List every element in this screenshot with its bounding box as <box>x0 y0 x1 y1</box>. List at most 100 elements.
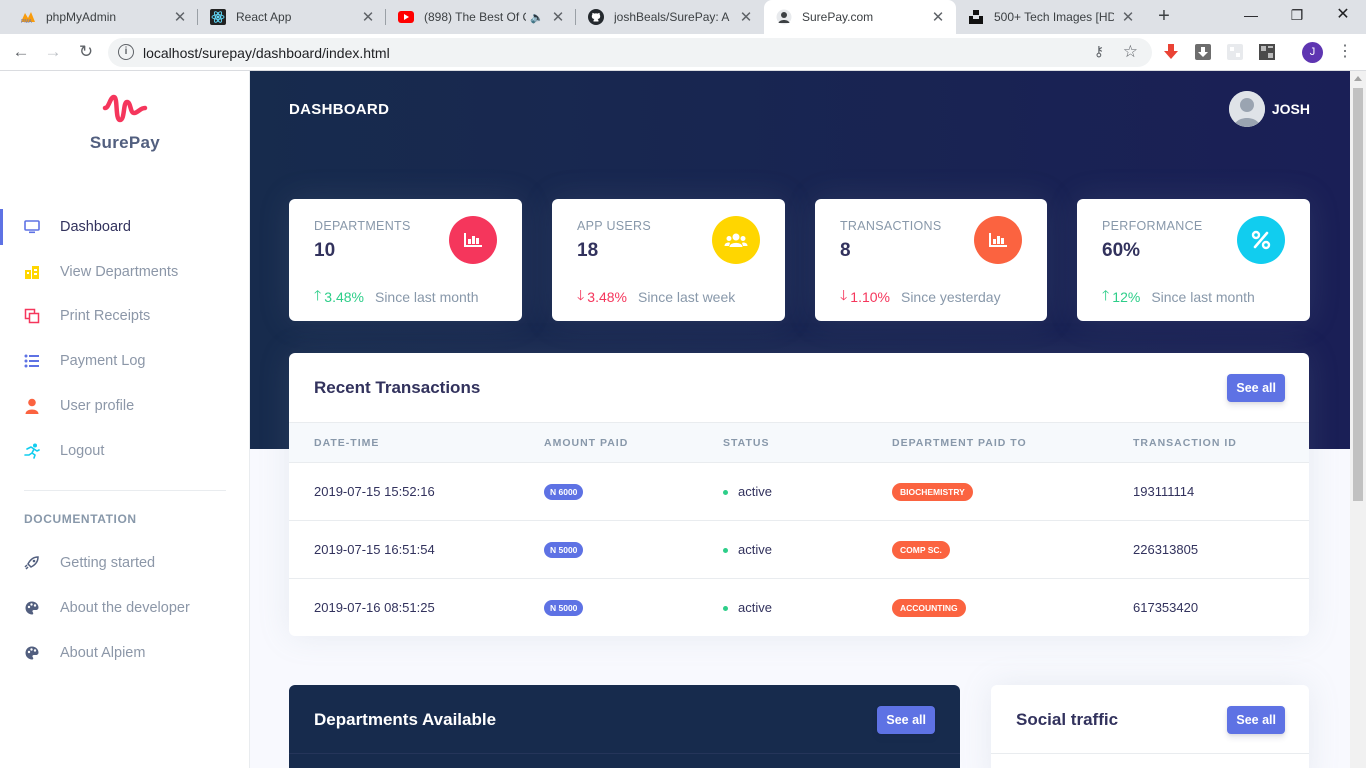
url-text[interactable]: localhost/surepay/dashboard/index.html <box>143 45 390 61</box>
departments-available-card: Departments Available See all <box>289 685 960 768</box>
scroll-up-arrow[interactable] <box>1354 76 1362 81</box>
palette-icon <box>23 644 41 662</box>
see-all-transactions-button[interactable]: See all <box>1227 374 1285 402</box>
sidebar-item-dashboard[interactable]: Dashboard <box>0 209 250 245</box>
browser-tab-active[interactable]: SurePay.com ✕ <box>764 0 956 34</box>
avatar <box>1228 91 1265 127</box>
browser-tab[interactable]: (898) The Best Of C 🔈 ✕ <box>386 0 576 34</box>
department-badge: BIOCHEMISTRY <box>892 482 973 501</box>
forward-button[interactable]: → <box>41 41 65 65</box>
profile-avatar[interactable]: J <box>1302 42 1323 63</box>
minimize-button[interactable]: — <box>1228 0 1274 32</box>
sidebar-item-print-receipts[interactable]: Print Receipts <box>0 298 250 334</box>
sidebar-item-label: Getting started <box>60 555 156 571</box>
sidebar-divider <box>24 490 226 491</box>
sidebar-item-label: Dashboard <box>60 219 131 235</box>
sidebar-item-about-the-developer[interactable]: About the developer <box>0 590 250 626</box>
info-icon[interactable]: i <box>118 44 134 60</box>
page-title[interactable]: DASHBOARD <box>289 101 389 118</box>
close-tab-icon[interactable]: ✕ <box>738 8 754 26</box>
arrow-down-icon: 🡓 <box>577 287 585 303</box>
cell-datetime: 2019-07-15 15:52:16 <box>289 462 519 521</box>
close-tab-icon[interactable]: ✕ <box>360 8 376 26</box>
see-all-social-button[interactable]: See all <box>1227 706 1285 734</box>
stat-value: 18 <box>577 240 599 261</box>
browser-tab-bar: PMA phpMyAdmin ✕ React App ✕ (898) The B… <box>0 0 1366 34</box>
close-tab-icon[interactable]: ✕ <box>930 8 946 26</box>
close-tab-icon[interactable]: ✕ <box>1120 8 1136 26</box>
card-title: Departments Available <box>314 710 497 729</box>
status-dot <box>723 490 728 496</box>
reload-button[interactable]: ↻ <box>74 41 98 65</box>
browser-tab[interactable]: React App ✕ <box>198 0 386 34</box>
browser-tab[interactable]: PMA phpMyAdmin ✕ <box>8 0 198 34</box>
qr-extension-icon[interactable] <box>1258 43 1276 61</box>
close-tab-icon[interactable]: ✕ <box>172 8 188 26</box>
close-window-button[interactable]: ✕ <box>1320 0 1366 32</box>
browser-menu-icon[interactable]: ⋮ <box>1337 42 1353 62</box>
status-dot <box>723 548 728 554</box>
arrow-up-icon: 🡑 <box>1102 287 1110 303</box>
sidebar-item-label: Logout <box>60 443 105 459</box>
monitor-icon <box>23 218 41 236</box>
grid-extension-icon[interactable] <box>1226 43 1244 61</box>
scrollbar-thumb[interactable] <box>1353 88 1363 501</box>
stat-since: Since last month <box>374 289 479 305</box>
stat-card-transactions: TRANSACTIONS 8 🡓 1.10% Since yesterday <box>815 199 1047 321</box>
brand-name[interactable]: SurePay <box>0 133 250 153</box>
phpmyadmin-icon: PMA <box>20 9 36 25</box>
table-row[interactable]: 2019-07-15 16:51:54 N 5000 active COMP S… <box>289 520 1309 579</box>
chart-bar-icon <box>974 216 1022 264</box>
sidebar-item-label: Payment Log <box>60 353 146 369</box>
download-arrow-extension-icon[interactable] <box>1162 43 1180 61</box>
browser-toolbar: ← → ↻ i localhost/surepay/dashboard/inde… <box>0 34 1366 71</box>
surepay-logo-icon[interactable] <box>102 91 148 130</box>
sidebar-item-logout[interactable]: Logout <box>0 433 250 469</box>
bookmark-star-icon[interactable]: ☆ <box>1123 42 1138 62</box>
back-button[interactable]: ← <box>9 41 33 65</box>
stat-since: Since yesterday <box>900 289 1001 305</box>
column-header: STATUS <box>698 422 867 463</box>
status-text: active <box>738 542 772 557</box>
user-icon <box>23 397 41 415</box>
page-viewport: SurePay Dashboard View Departments Print… <box>0 71 1366 768</box>
cell-datetime: 2019-07-16 08:51:25 <box>314 600 435 616</box>
youtube-icon <box>398 9 414 25</box>
stat-label: DEPARTMENTS <box>314 219 411 233</box>
sidebar-item-payment-log[interactable]: Payment Log <box>0 343 250 379</box>
cell-transaction-id: 226313805 <box>1108 520 1309 579</box>
see-all-departments-button[interactable]: See all <box>877 706 935 734</box>
stat-value: 60% <box>1102 240 1141 261</box>
print-icon <box>23 307 41 325</box>
maximize-button[interactable]: ❐ <box>1274 0 1320 32</box>
sidebar-item-about-alpiem[interactable]: About Alpiem <box>0 635 250 671</box>
sidebar-item-getting-started[interactable]: Getting started <box>0 545 250 581</box>
browser-tab[interactable]: 500+ Tech Images [HD] ✕ <box>956 0 1146 34</box>
close-tab-icon[interactable]: ✕ <box>550 8 566 26</box>
cell-transaction-id: 193111114 <box>1108 462 1309 521</box>
user-menu[interactable]: JOSH <box>1228 91 1310 127</box>
stat-card-performance: PERFORMANCE 60% 🡑 12% Since last month <box>1077 199 1310 321</box>
social-traffic-card: Social traffic See all <box>991 685 1309 768</box>
amount-badge: N 5000 <box>544 600 584 617</box>
table-row[interactable]: 2019-07-15 15:52:16 N 6000 active BIOCHE… <box>289 462 1309 521</box>
download-extension-icon[interactable] <box>1194 43 1212 61</box>
browser-tab[interactable]: joshBeals/SurePay: A pa ✕ <box>576 0 764 34</box>
percent-icon <box>1237 216 1285 264</box>
users-icon <box>712 216 760 264</box>
table-row[interactable]: 2019-07-16 08:51:25 N 5000 active ACCOUN… <box>289 579 1309 637</box>
status-text: active <box>738 484 772 499</box>
status-dot <box>723 606 728 612</box>
card-title: Social traffic <box>1016 710 1119 729</box>
sidebar-item-user-profile[interactable]: User profile <box>0 388 250 424</box>
sidebar-item-view-departments[interactable]: View Departments <box>0 254 250 290</box>
arrow-up-icon: 🡑 <box>314 287 322 303</box>
page-scrollbar[interactable] <box>1350 71 1366 768</box>
speaker-icon[interactable]: 🔈 <box>530 11 544 24</box>
running-icon <box>23 442 41 460</box>
table-header-row: DATE-TIME AMOUNT PAID STATUS DEPARTMENT … <box>289 422 1309 463</box>
address-bar[interactable]: i localhost/surepay/dashboard/index.html… <box>108 38 1152 67</box>
new-tab-button[interactable]: + <box>1153 6 1175 28</box>
palette-icon <box>23 599 41 617</box>
key-icon[interactable]: ⚷ <box>1094 43 1104 60</box>
